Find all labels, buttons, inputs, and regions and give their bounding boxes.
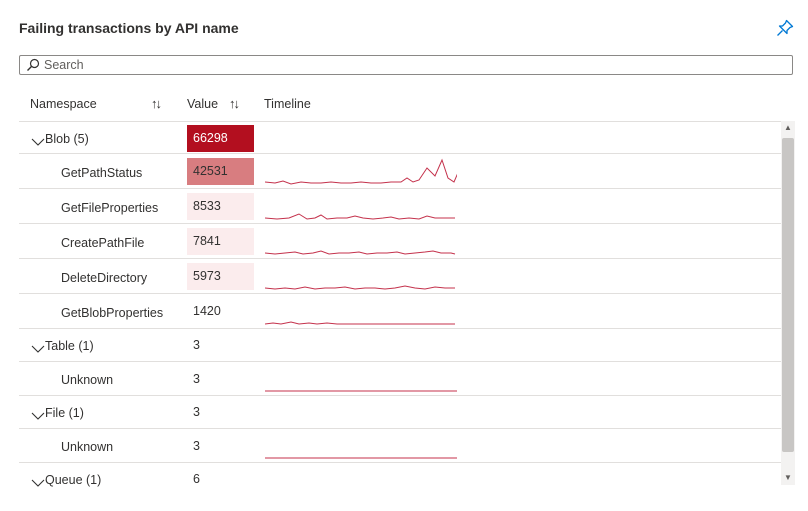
search-box[interactable] [19,55,793,75]
value-cell: 5973 [187,263,254,290]
pin-icon[interactable] [775,18,795,38]
timeline-sparkline [265,213,455,220]
group-row-queue[interactable]: Queue (1) 6 [19,463,781,494]
value-cell: 3 [187,433,254,460]
table-row[interactable]: Unknown 3 [19,362,781,396]
table-row[interactable]: GetPathStatus 42531 [19,154,781,189]
chevron-down-icon[interactable] [31,475,45,487]
table-row[interactable]: GetFileProperties 8533 [19,189,781,224]
timeline-sparkline [265,457,457,459]
value-cell: 3 [187,366,254,393]
value-cell: 7841 [187,228,254,255]
row-name: CreatePathFile [61,236,145,250]
sort-arrows-icon[interactable]: ↑↓ [151,96,162,111]
panel-title: Failing transactions by API name [19,20,239,36]
timeline-sparkline [265,321,455,325]
value-cell: 3 [187,399,254,426]
row-name: Queue (1) [45,473,102,487]
sort-arrows-icon[interactable]: ↑↓ [229,96,240,111]
vertical-scrollbar[interactable]: ▲ ▼ [781,121,795,485]
value-cell: 8533 [187,193,254,220]
group-row-table[interactable]: Table (1) 3 [19,329,781,362]
scroll-down-arrow-icon[interactable]: ▼ [781,471,795,485]
value-cell: 6 [187,466,254,493]
row-name: Table (1) [45,339,94,353]
chevron-down-icon[interactable] [31,408,45,420]
timeline-sparkline [265,285,455,290]
column-header-timeline: Timeline [264,97,311,111]
value-cell: 42531 [187,158,254,185]
search-icon [26,58,40,72]
row-name: GetFileProperties [61,201,159,215]
row-name: Blob (5) [45,132,89,146]
row-name: File (1) [45,406,84,420]
chevron-down-icon[interactable] [31,134,45,146]
row-name: DeleteDirectory [61,271,148,285]
table-row[interactable]: DeleteDirectory 5973 [19,259,781,294]
table-row[interactable]: CreatePathFile 7841 [19,224,781,259]
row-name: GetPathStatus [61,166,143,180]
row-name: Unknown [61,373,114,387]
timeline-sparkline [265,390,457,392]
scroll-up-arrow-icon[interactable]: ▲ [781,121,795,135]
value-cell: 66298 [187,125,254,152]
api-table: Blob (5) 66298 GetPathStatus 42531 GetFi… [19,121,781,494]
group-row-blob[interactable]: Blob (5) 66298 [19,121,781,154]
table-row[interactable]: GetBlobProperties 1420 [19,294,781,329]
timeline-sparkline [265,158,457,185]
column-header-value[interactable]: Value [187,97,218,113]
search-input[interactable] [44,56,784,74]
chevron-down-icon[interactable] [31,341,45,353]
group-row-file[interactable]: File (1) 3 [19,396,781,429]
row-name: Unknown [61,440,114,454]
timeline-sparkline [265,250,456,255]
value-cell: 3 [187,332,254,359]
scrollbar-thumb[interactable] [782,138,794,452]
table-row[interactable]: Unknown 3 [19,429,781,463]
value-cell: 1420 [187,298,254,325]
column-header-namespace[interactable]: Namespace [30,97,97,113]
row-name: GetBlobProperties [61,306,164,320]
